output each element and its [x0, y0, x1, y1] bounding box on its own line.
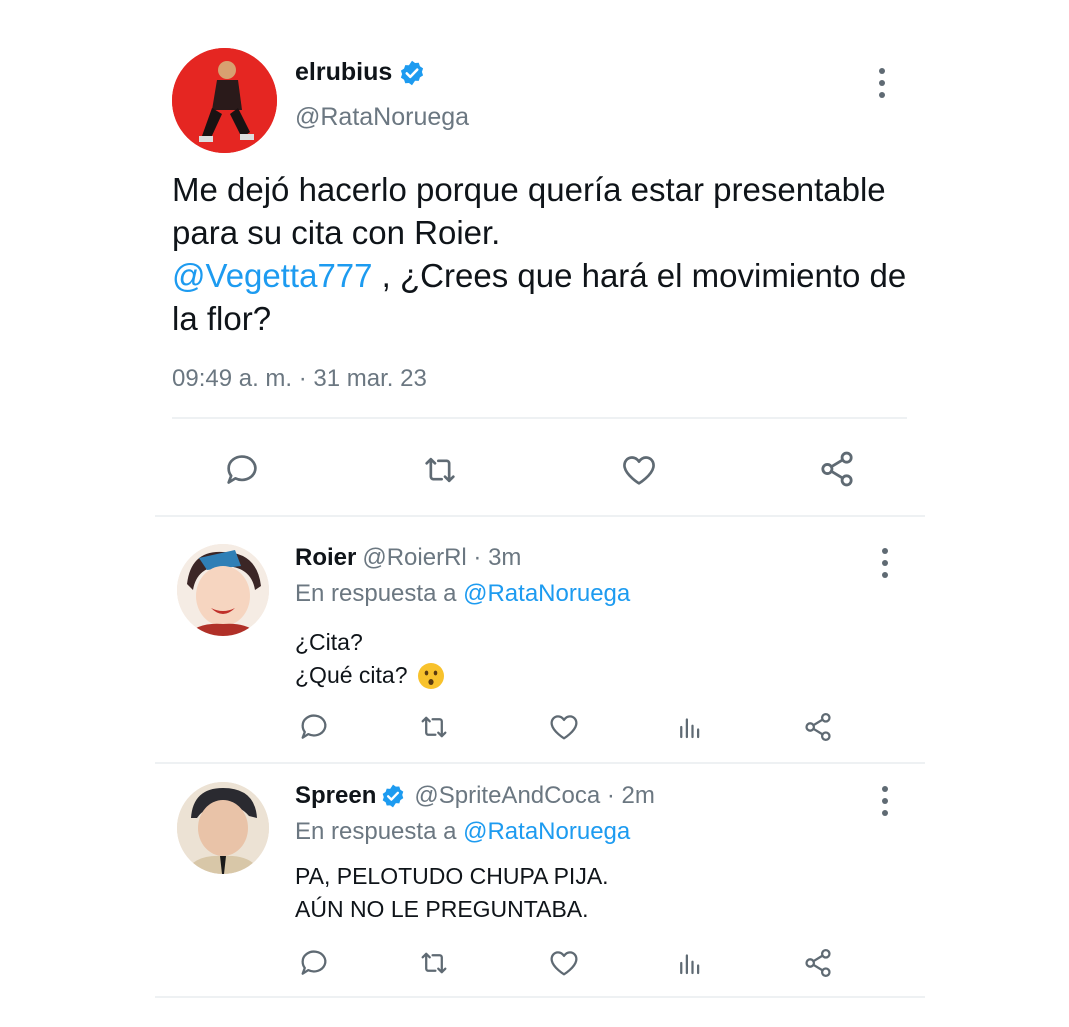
reply-icon[interactable]	[297, 710, 331, 744]
author-name-row[interactable]: elrubius	[295, 58, 426, 87]
share-icon[interactable]	[816, 448, 858, 490]
author-handle-time[interactable]: @SpriteAndCoca · 2m	[414, 782, 654, 810]
avatar[interactable]	[172, 48, 277, 153]
reply-tweet: Spreen @SpriteAndCoca · 2m En respuesta …	[177, 778, 897, 998]
mention-link[interactable]: @RataNoruega	[463, 580, 630, 607]
tweet-line: PA, PELOTUDO CHUPA PIJA.	[295, 863, 609, 889]
author-name[interactable]: Spreen	[295, 782, 376, 810]
reply-context-label: En respuesta a	[295, 818, 457, 845]
avatar-illustration	[177, 782, 269, 874]
retweet-icon[interactable]	[417, 710, 451, 744]
analytics-icon[interactable]	[675, 948, 705, 978]
divider	[155, 515, 925, 517]
more-options-icon[interactable]	[880, 548, 890, 578]
tweet-actions	[297, 710, 837, 746]
verified-badge-icon	[401, 60, 424, 85]
tweet-text: PA, PELOTUDO CHUPA PIJA. AÚN NO LE PREGU…	[295, 860, 609, 926]
more-options-icon[interactable]	[880, 786, 890, 816]
divider	[155, 762, 925, 764]
tweet-text-part-1: Me dejó hacerlo porque quería estar pres…	[172, 171, 886, 251]
avatar[interactable]	[177, 782, 269, 874]
author-handle[interactable]: @RataNoruega	[295, 103, 469, 132]
tweet-timestamp[interactable]: 09:49 a. m. · 31 mar. 23	[172, 365, 427, 393]
divider	[172, 417, 907, 419]
share-icon[interactable]	[801, 946, 835, 980]
retweet-icon[interactable]	[417, 946, 451, 980]
avatar[interactable]	[177, 544, 269, 636]
reply-context: En respuesta a @RataNoruega	[295, 818, 630, 846]
like-icon[interactable]	[619, 450, 659, 490]
mention-link[interactable]: @Vegetta777	[172, 257, 373, 294]
author-name[interactable]: Roier	[295, 544, 356, 572]
retweet-icon[interactable]	[420, 450, 460, 490]
tweet-text: ¿Cita? ¿Qué cita?	[295, 626, 446, 692]
tweet-text: Me dejó hacerlo porque quería estar pres…	[172, 168, 917, 340]
tweet-actions	[297, 946, 837, 982]
divider	[155, 996, 925, 998]
avatar-illustration	[172, 48, 277, 153]
more-options-icon[interactable]	[877, 68, 887, 98]
reply-tweet: Roier @RoierRl · 3m En respuesta a @Rata…	[177, 540, 897, 760]
tweet-line: ¿Qué cita?	[295, 662, 408, 688]
author-name[interactable]: elrubius	[295, 58, 392, 87]
reply-header: Spreen @SpriteAndCoca · 2m	[295, 782, 655, 810]
tweet-actions	[222, 448, 862, 492]
author-handle-time[interactable]: @RoierRl · 3m	[362, 544, 521, 572]
hushed-face-emoji-icon	[417, 662, 444, 689]
reply-icon[interactable]	[222, 450, 262, 490]
tweet-line: ¿Cita?	[295, 629, 363, 655]
mention-link[interactable]: @RataNoruega	[463, 818, 630, 845]
share-icon[interactable]	[801, 710, 835, 744]
analytics-icon[interactable]	[675, 712, 705, 742]
tweet-line: AÚN NO LE PREGUNTABA.	[295, 896, 589, 922]
like-icon[interactable]	[547, 946, 581, 980]
reply-icon[interactable]	[297, 946, 331, 980]
reply-context: En respuesta a @RataNoruega	[295, 580, 630, 608]
reply-context-label: En respuesta a	[295, 580, 457, 607]
reply-header: Roier @RoierRl · 3m	[295, 544, 521, 572]
like-icon[interactable]	[547, 710, 581, 744]
tweet-line-row: ¿Qué cita?	[295, 659, 446, 692]
verified-badge-icon	[383, 784, 404, 808]
avatar-illustration	[177, 544, 269, 636]
